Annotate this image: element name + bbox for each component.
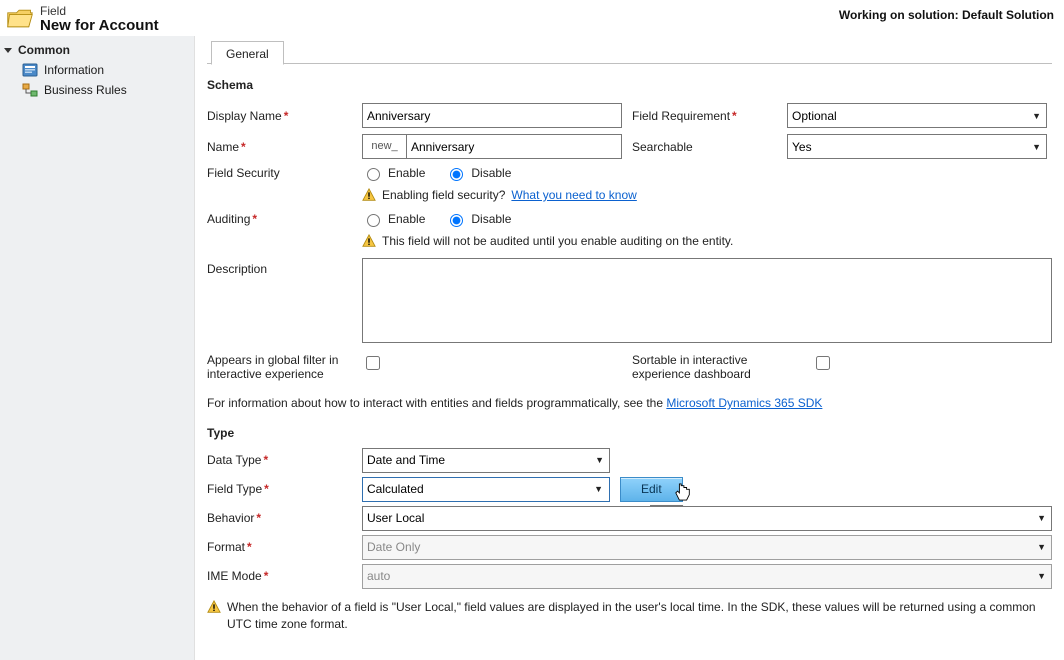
auditing-disable-radio[interactable]: Disable	[445, 211, 511, 227]
sidebar-section-common[interactable]: Common	[0, 40, 194, 60]
label-field-security: Field Security	[207, 162, 352, 184]
page-title: New for Account	[40, 17, 159, 34]
field-security-disable-radio[interactable]: Disable	[445, 165, 511, 181]
sdk-link[interactable]: Microsoft Dynamics 365 SDK	[666, 396, 822, 410]
label-name: Name*	[207, 136, 352, 158]
tab-general[interactable]: General	[211, 41, 284, 65]
tab-strip: General	[207, 36, 1052, 64]
sidebar-item-label: Business Rules	[44, 83, 127, 97]
sidebar-section-label: Common	[18, 43, 70, 57]
label-description: Description	[207, 258, 352, 280]
format-select[interactable]: Date Only	[362, 535, 1052, 560]
edit-button[interactable]: Edit	[620, 477, 683, 502]
label-field-requirement: Field Requirement*	[632, 105, 777, 127]
warning-icon	[207, 600, 221, 614]
label-field-type: Field Type*	[207, 478, 352, 500]
behavior-select[interactable]: User Local	[362, 506, 1052, 531]
label-auditing: Auditing*	[207, 208, 352, 230]
document-icon	[22, 63, 38, 77]
caret-down-icon	[4, 48, 12, 53]
type-section-title: Type	[207, 426, 1052, 440]
field-security-enable-radio[interactable]: Enable	[362, 165, 425, 181]
name-input[interactable]	[406, 134, 622, 159]
label-data-type: Data Type*	[207, 449, 352, 471]
label-ime-mode: IME Mode*	[207, 565, 352, 587]
sidebar-item-business-rules[interactable]: Business Rules	[0, 80, 194, 100]
sdk-info-text: For information about how to interact wi…	[207, 395, 1052, 412]
field-requirement-select[interactable]: Optional	[787, 103, 1047, 128]
label-format: Format*	[207, 536, 352, 558]
field-type-select[interactable]: Calculated	[363, 478, 609, 501]
schema-section-title: Schema	[207, 78, 1052, 92]
global-filter-checkbox[interactable]	[366, 356, 380, 370]
description-input[interactable]	[362, 258, 1052, 343]
label-searchable: Searchable	[632, 136, 777, 158]
ime-mode-select[interactable]: auto	[362, 564, 1052, 589]
left-nav: Common Information	[0, 36, 195, 660]
label-display-name: Display Name*	[207, 105, 352, 127]
label-behavior: Behavior*	[207, 507, 352, 529]
flow-icon	[22, 83, 38, 97]
display-name-input[interactable]	[362, 103, 622, 128]
searchable-select[interactable]: Yes	[787, 134, 1047, 159]
name-prefix: new_	[362, 134, 406, 159]
sidebar-item-label: Information	[44, 63, 104, 77]
content-area: General Schema Display Name* Field Requi…	[195, 36, 1064, 660]
entity-type-label: Field	[40, 4, 159, 18]
warning-icon	[362, 188, 376, 202]
field-security-help-link[interactable]: What you need to know	[511, 188, 636, 202]
field-security-note: Enabling field security?	[382, 188, 505, 202]
sortable-dashboard-checkbox[interactable]	[816, 356, 830, 370]
auditing-enable-radio[interactable]: Enable	[362, 211, 425, 227]
auditing-note: This field will not be audited until you…	[382, 234, 733, 248]
sidebar-item-information[interactable]: Information	[0, 60, 194, 80]
warning-icon	[362, 234, 376, 248]
solution-context: Working on solution: Default Solution	[839, 4, 1054, 22]
behavior-note: When the behavior of a field is "User Lo…	[227, 599, 1052, 634]
title-bar: Field New for Account Working on solutio…	[0, 0, 1064, 36]
label-sortable-dashboard: Sortable in interactive experience dashb…	[632, 353, 802, 385]
data-type-select[interactable]: Date and Time	[362, 448, 610, 473]
folder-open-icon	[6, 4, 34, 32]
label-global-filter: Appears in global filter in interactive …	[207, 353, 352, 385]
